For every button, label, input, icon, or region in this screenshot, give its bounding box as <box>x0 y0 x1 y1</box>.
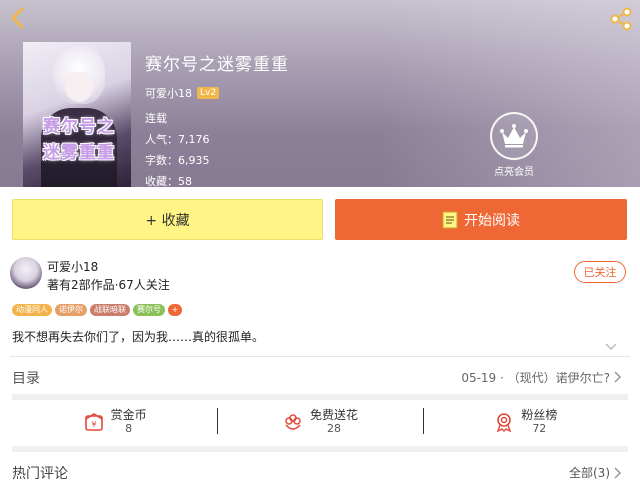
popularity-label: 人气： <box>145 133 178 146</box>
reward-flowers-label: 免费送花 <box>309 408 358 422</box>
level-badge: Lv2 <box>197 87 220 99</box>
favorites-stat: 收藏：58 <box>145 173 289 187</box>
chevron-down-icon[interactable] <box>605 343 617 351</box>
catalog-row[interactable]: 目录 05-19 · （现代）诺伊尔亡? <box>0 360 640 394</box>
book-cover[interactable]: 赛尔号之 迷雾重重 <box>23 42 131 187</box>
comments-title: 热门评论 <box>12 466 68 482</box>
words-value: 6,935 <box>178 154 210 167</box>
reward-fans-text: 粉丝榜 72 <box>521 408 557 436</box>
favorites-value: 58 <box>178 175 192 187</box>
vip-label: 点亮会员 <box>494 167 534 178</box>
author-row[interactable]: 可爱小18 著有2部作品·67人关注 已关注 <box>10 255 630 295</box>
reward-fans[interactable]: 粉丝榜 72 <box>422 404 628 440</box>
book-header: 赛尔号之 迷雾重重 赛尔号之迷雾重重 可爱小18 Lv2 连载 人气：7,176… <box>0 0 640 187</box>
reward-fans-label: 粉丝榜 <box>521 408 558 422</box>
crown-icon <box>500 124 528 148</box>
vip-circle <box>490 112 538 160</box>
book-title: 赛尔号之迷雾重重 <box>145 55 289 75</box>
reward-coins-value: 8 <box>125 422 133 435</box>
share-icon[interactable] <box>608 6 634 32</box>
all-comments-link[interactable]: 全部(3) <box>569 464 610 481</box>
words-stat: 字数：6,935 <box>145 152 289 168</box>
start-reading-button[interactable]: 开始阅读 <box>335 199 627 240</box>
svg-text:¥: ¥ <box>91 420 96 429</box>
add-tag-button[interactable]: + <box>168 304 182 316</box>
comments-row[interactable]: 热门评论 全部(3) <box>0 458 640 483</box>
cover-title: 赛尔号之 迷雾重重 <box>29 114 129 166</box>
cover-illustration-face <box>65 72 93 102</box>
chevron-right-icon <box>614 371 622 383</box>
back-arrow-icon[interactable] <box>6 6 30 30</box>
popularity-value: 7,176 <box>178 133 210 146</box>
author-line: 可爱小18 Lv2 <box>145 85 289 101</box>
flower-icon <box>285 414 301 430</box>
cover-title-line2: 迷雾重重 <box>43 143 115 163</box>
reward-coins-label: 赏金币 <box>110 408 147 422</box>
tag-noel[interactable]: 诺伊尔 <box>55 304 87 316</box>
collect-button-label: + 收藏 <box>145 212 190 229</box>
follow-button[interactable]: 已关注 <box>574 261 626 283</box>
rewards-bar: ¥ 赏金币 8 免费送花 28 粉丝榜 72 <box>12 404 628 440</box>
words-label: 字数： <box>145 154 178 167</box>
reward-flowers[interactable]: 免费送花 28 <box>217 404 422 440</box>
popularity-stat: 人气：7,176 <box>145 131 289 147</box>
catalog-title: 目录 <box>12 371 40 387</box>
author-meta: 著有2部作品·67人关注 <box>47 278 170 292</box>
book-description: 我不想再失去你们了，因为我……真的很孤单。 <box>12 330 265 344</box>
latest-chapter[interactable]: 05-19 · （现代）诺伊尔亡? <box>461 369 610 386</box>
chevron-right-icon <box>614 467 622 479</box>
tag-seer[interactable]: 赛尔号 <box>133 304 165 316</box>
book-info: 赛尔号之迷雾重重 可爱小18 Lv2 连载 人气：7,176 字数：6,935 … <box>145 50 289 187</box>
author-name[interactable]: 可爱小18 <box>47 258 98 275</box>
tag-anime[interactable]: 动漫同人 <box>12 304 52 316</box>
tag-alliance[interactable]: 战联暗联 <box>90 304 130 316</box>
tag-list: 动漫同人 诺伊尔 战联暗联 赛尔号 + <box>12 304 182 316</box>
coin-icon: ¥ <box>84 413 103 431</box>
reward-coins-text: 赏金币 8 <box>111 408 147 436</box>
reward-fans-value: 72 <box>532 422 547 435</box>
reward-coins[interactable]: ¥ 赏金币 8 <box>12 404 217 440</box>
section-separator <box>12 446 628 452</box>
open-book-icon <box>442 211 458 228</box>
section-separator <box>12 394 628 400</box>
cover-title-line1: 赛尔号之 <box>43 117 115 137</box>
reward-flowers-value: 28 <box>326 422 341 435</box>
book-author[interactable]: 可爱小18 <box>145 85 192 101</box>
divider <box>10 356 630 357</box>
collect-button[interactable]: + 收藏 <box>12 199 323 240</box>
reward-flowers-text: 免费送花 28 <box>310 408 358 436</box>
medal-icon <box>497 413 512 433</box>
start-reading-label: 开始阅读 <box>464 212 520 229</box>
book-status: 连载 <box>145 112 167 125</box>
vip-button[interactable]: 点亮会员 <box>488 112 540 178</box>
avatar[interactable] <box>10 257 42 289</box>
favorites-label: 收藏： <box>145 175 178 187</box>
